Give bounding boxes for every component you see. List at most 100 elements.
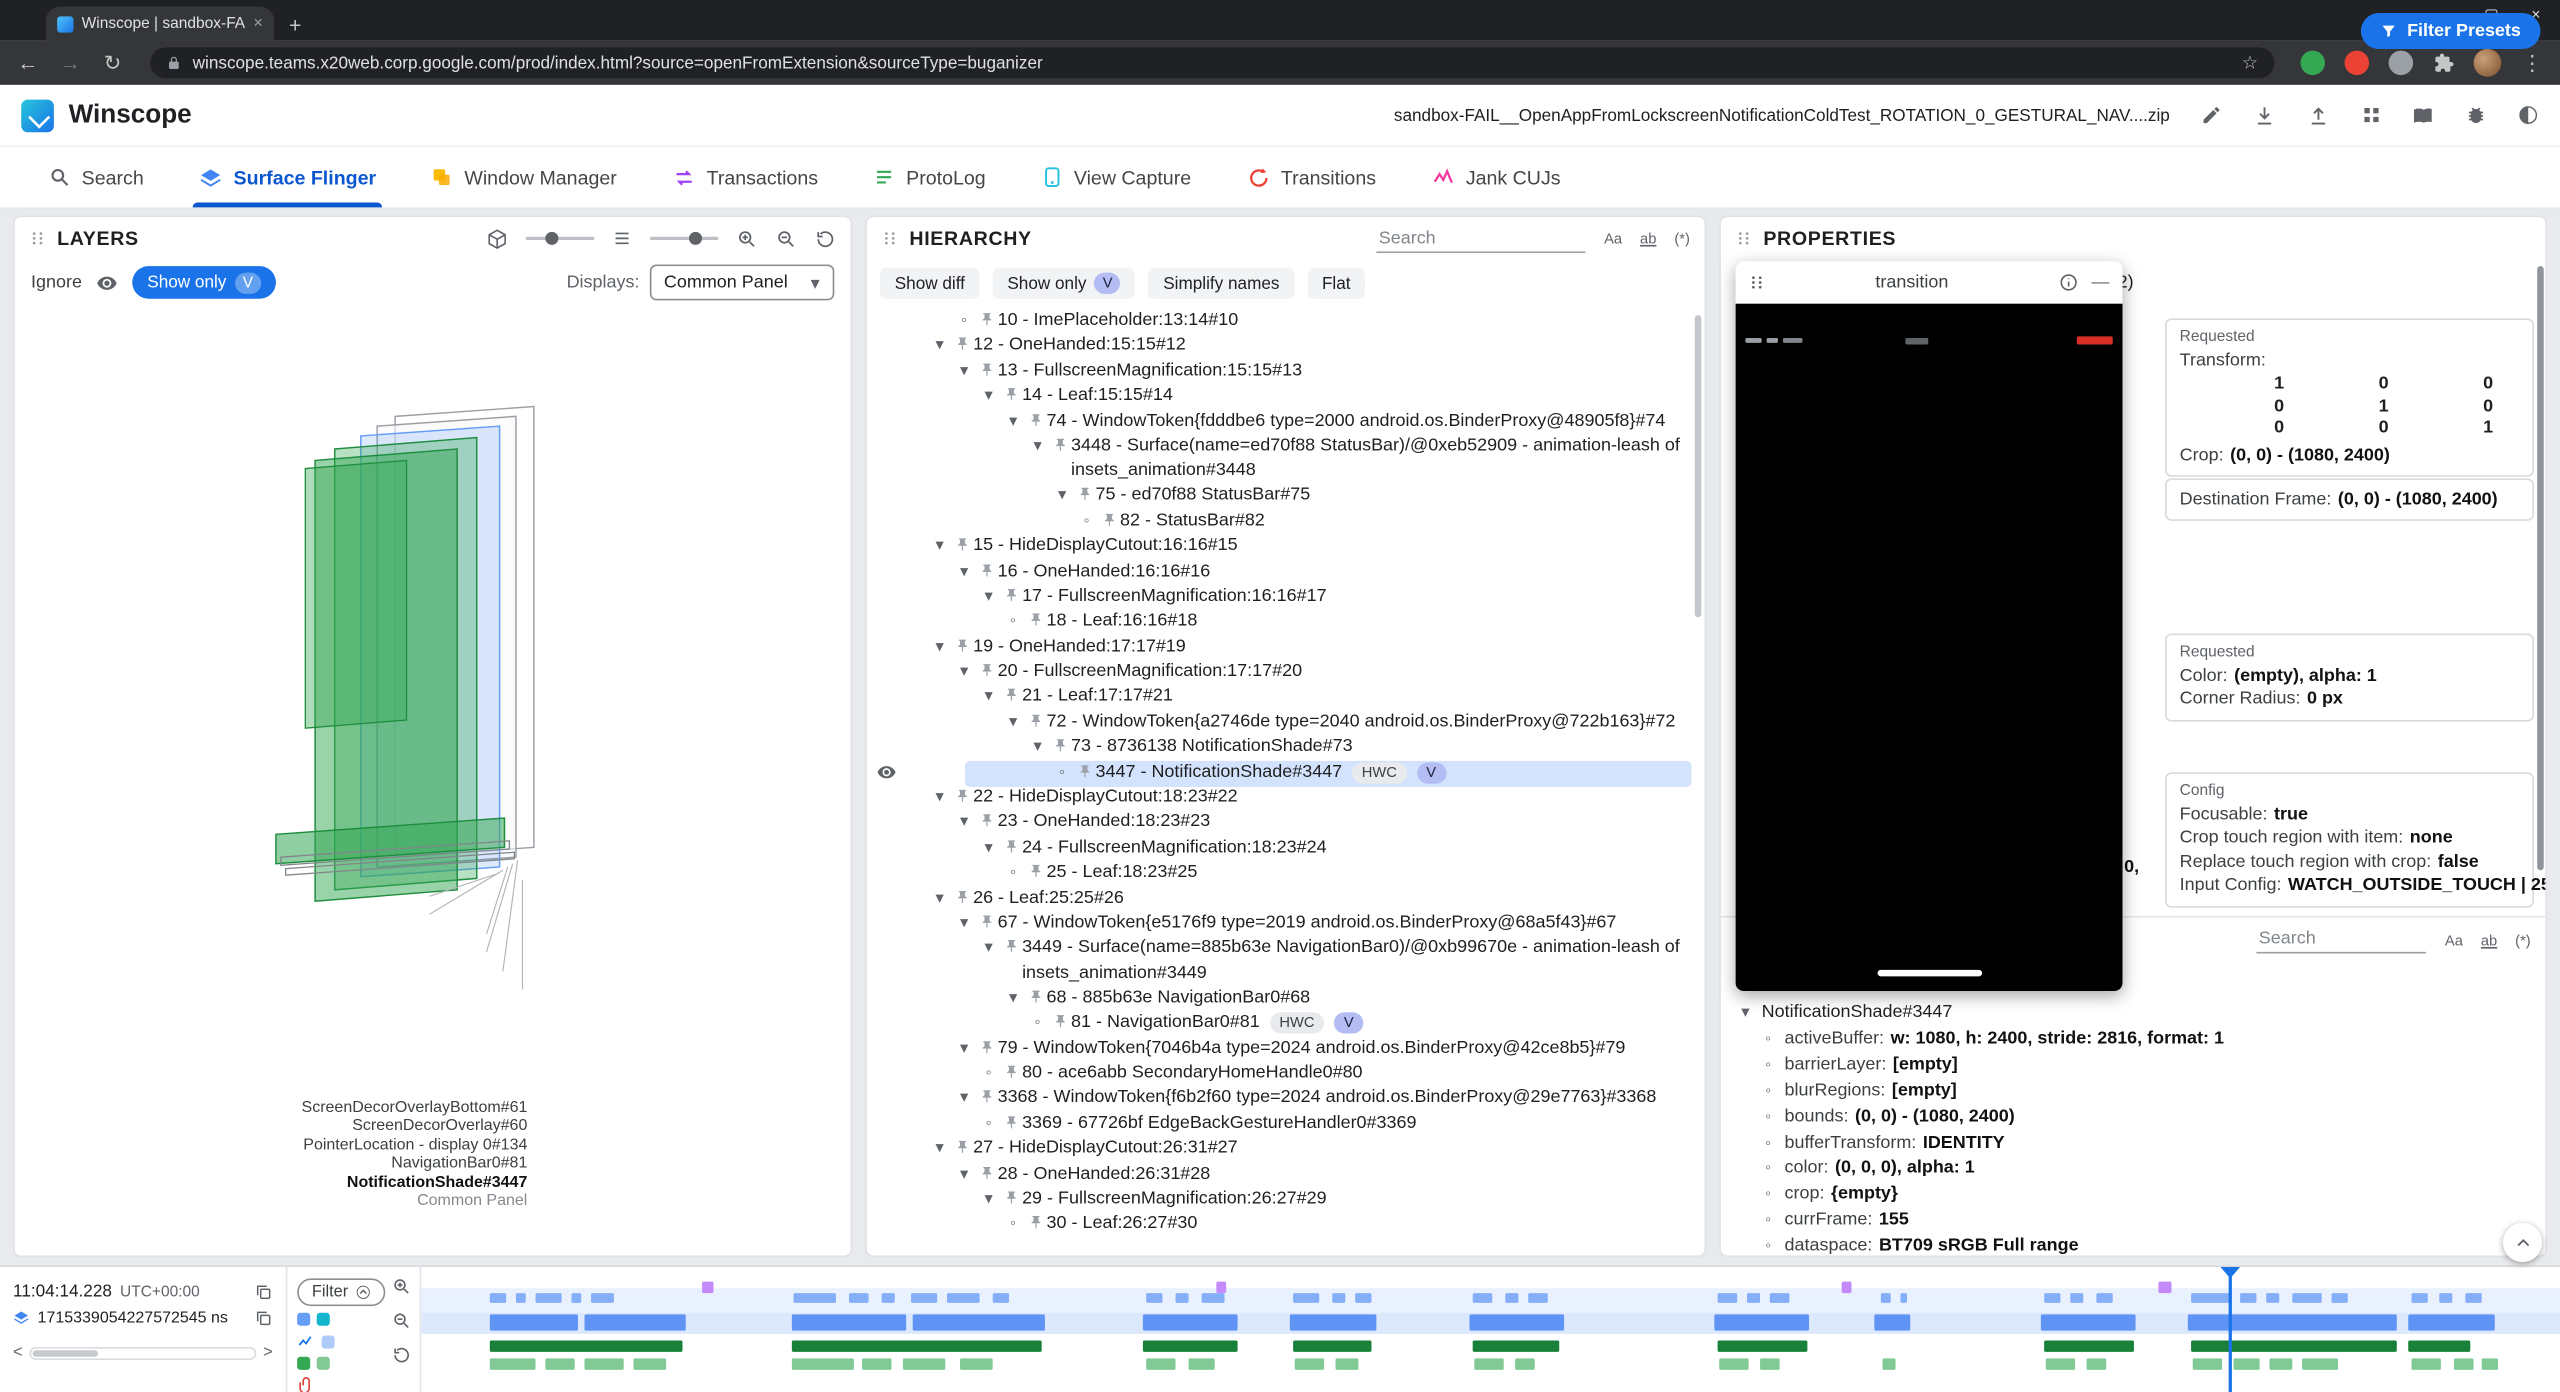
expand-chevron-icon[interactable]: ▾ (929, 1137, 950, 1162)
expand-chevron-icon[interactable]: ▾ (953, 559, 974, 584)
pin-icon[interactable] (950, 785, 973, 803)
tree-row[interactable]: ▾3368 - WindowToken{f6b2f60 type=2024 an… (929, 1086, 1698, 1111)
tree-row[interactable]: ▾68 - 885b63e NavigationBar0#68 (929, 986, 1698, 1011)
tab-transactions[interactable]: Transactions (672, 147, 818, 207)
tree-row[interactable]: ▾72 - WindowToken{a2746de type=2040 andr… (929, 710, 1698, 735)
panel-drag-icon[interactable] (1736, 230, 1752, 246)
pin-icon[interactable] (975, 1036, 998, 1054)
expand-chevron-icon[interactable]: ▾ (929, 886, 950, 911)
pin-icon[interactable] (975, 1162, 998, 1180)
pin-icon[interactable] (1024, 409, 1047, 427)
tree-row[interactable]: ▾27 - HideDisplayCutout:26:31#27 (929, 1137, 1698, 1162)
overlay-title-bar[interactable]: transition — (1736, 261, 2123, 303)
upload-icon[interactable] (2307, 104, 2330, 127)
timeline-canvas[interactable] (421, 1267, 2560, 1392)
visibility-eye-icon[interactable] (97, 272, 118, 293)
timeline-filter-button[interactable]: Filter (297, 1278, 386, 1306)
match-word-icon[interactable]: ab (2481, 931, 2497, 947)
expand-chevron-icon[interactable]: ▾ (929, 635, 950, 660)
chart-line-icon[interactable] (297, 1332, 315, 1350)
tree-row[interactable]: ◦80 - ace6abb SecondaryHomeHandle0#80 (929, 1061, 1698, 1086)
expand-chevron-icon[interactable]: ▾ (1027, 434, 1048, 459)
pin-icon[interactable] (1024, 861, 1047, 879)
transactions-trace-icon[interactable] (322, 1335, 335, 1348)
pin-icon[interactable] (999, 384, 1022, 402)
pin-icon[interactable] (999, 1111, 1022, 1129)
tree-row[interactable]: ▾28 - OneHanded:26:31#28 (929, 1162, 1698, 1187)
edit-icon[interactable] (2201, 104, 2222, 125)
expand-chevron-icon[interactable]: ▾ (953, 1086, 974, 1111)
properties-tree-row[interactable]: ◦bounds:(0, 0) - (1080, 2400) (1736, 1105, 2536, 1131)
pin-icon[interactable] (999, 584, 1022, 602)
hierarchy-scrollbar[interactable] (1695, 315, 1702, 617)
properties-tree-row[interactable]: ◦activeBuffer:w: 1080, h: 2400, stride: … (1736, 1027, 2536, 1053)
hierarchy-button-show-diff[interactable]: Show diff (880, 268, 980, 299)
zoom-in-icon[interactable] (392, 1277, 412, 1297)
tree-row[interactable]: ◦18 - Leaf:16:16#18 (929, 610, 1698, 635)
tree-row[interactable]: ▾13 - FullscreenMagnification:15:15#13 (929, 359, 1698, 384)
browser-menu-icon[interactable]: ⋮ (2521, 50, 2544, 76)
expand-chevron-icon[interactable]: ▾ (953, 811, 974, 836)
hierarchy-button-show-only[interactable]: Show onlyV (993, 268, 1136, 299)
pin-icon[interactable] (1024, 986, 1047, 1004)
tab-protolog[interactable]: ProtoLog (874, 147, 986, 207)
tree-row[interactable]: ▾21 - Leaf:17:17#21 (929, 685, 1698, 710)
scroll-right-icon[interactable]: > (263, 1344, 273, 1362)
pin-icon[interactable] (1024, 1212, 1047, 1230)
screenshot-overlay[interactable]: transition — (1736, 261, 2123, 991)
scroll-left-icon[interactable]: < (13, 1344, 23, 1362)
drag-handle-icon[interactable] (1749, 274, 1765, 290)
layer-spacing-icon[interactable] (612, 229, 632, 249)
tree-row[interactable]: ▾22 - HideDisplayCutout:18:23#22 (929, 785, 1698, 810)
timeline-cursor[interactable] (2229, 1267, 2232, 1392)
transitions-trace-icon[interactable] (297, 1357, 310, 1370)
expand-chevron-icon[interactable]: ▾ (953, 1162, 974, 1187)
expand-chevron-icon[interactable]: ▾ (978, 836, 999, 861)
tree-row[interactable]: ▾75 - ed70f88 StatusBar#75 (929, 484, 1698, 509)
new-tab-button[interactable]: + (289, 13, 301, 37)
documentation-icon[interactable] (2413, 104, 2434, 125)
tree-row[interactable]: ▾26 - Leaf:25:25#26 (929, 886, 1698, 911)
tree-row[interactable]: ▾3448 - Surface(name=ed70f88 StatusBar)/… (929, 434, 1698, 484)
show-only-v-button[interactable]: Show only V (133, 266, 276, 299)
expand-chevron-icon[interactable]: ▾ (929, 334, 950, 359)
rotation-slider[interactable] (526, 237, 595, 240)
expand-chevron-icon[interactable]: ▾ (953, 1036, 974, 1061)
hierarchy-search-input[interactable] (1377, 224, 1586, 252)
properties-tree-row[interactable]: ◦currFrame:155 (1736, 1209, 2536, 1235)
forward-icon[interactable]: → (59, 51, 82, 75)
pin-icon[interactable] (975, 911, 998, 929)
properties-scrollbar[interactable] (2537, 266, 2544, 870)
tree-row[interactable]: ▾19 - OneHanded:17:17#19 (929, 635, 1698, 660)
pin-icon[interactable] (950, 534, 973, 552)
expand-chevron-icon[interactable]: ▾ (1051, 484, 1072, 509)
extension-icon[interactable] (2345, 51, 2369, 75)
filter-presets-button[interactable]: Filter Presets (2361, 13, 2540, 49)
tree-row[interactable]: ◦3369 - 67726bf EdgeBackGestureHandler0#… (929, 1111, 1698, 1136)
pin-icon[interactable] (999, 1061, 1022, 1079)
extensions-puzzle-icon[interactable] (2433, 52, 2454, 73)
pin-icon[interactable] (1048, 735, 1071, 753)
attachment-icon[interactable] (297, 1376, 315, 1392)
collapse-panel-button[interactable] (2503, 1223, 2542, 1262)
pin-icon[interactable] (975, 1086, 998, 1104)
panel-drag-icon[interactable] (882, 230, 898, 246)
pin-icon[interactable] (950, 334, 973, 352)
displays-dropdown[interactable]: Common Panel ▾ (649, 264, 834, 300)
expand-chevron-icon[interactable]: ▾ (1002, 710, 1023, 735)
extension-icon[interactable] (2300, 51, 2324, 75)
tree-row[interactable]: ◦10 - ImePlaceholder:13:14#10 (929, 309, 1698, 334)
zoom-out-icon[interactable] (392, 1311, 412, 1331)
browser-tab[interactable]: Winscope | sandbox-FAIl × (46, 7, 275, 41)
cuj-trace-icon[interactable] (317, 1357, 330, 1370)
pin-icon[interactable] (975, 811, 998, 829)
expand-chevron-icon[interactable]: ▾ (978, 936, 999, 961)
tree-row[interactable]: ▾79 - WindowToken{7046b4a type=2024 andr… (929, 1036, 1698, 1061)
properties-search-input[interactable] (2257, 926, 2427, 954)
match-case-icon[interactable]: Aa (1604, 230, 1622, 246)
tree-row[interactable]: ▾73 - 8736138 NotificationShade#73 (929, 735, 1698, 760)
scrollbar-thumb[interactable] (32, 1349, 97, 1356)
tree-row[interactable]: ▾23 - OneHanded:18:23#23 (929, 811, 1698, 836)
info-icon[interactable] (2059, 273, 2079, 293)
pin-icon[interactable] (975, 559, 998, 577)
